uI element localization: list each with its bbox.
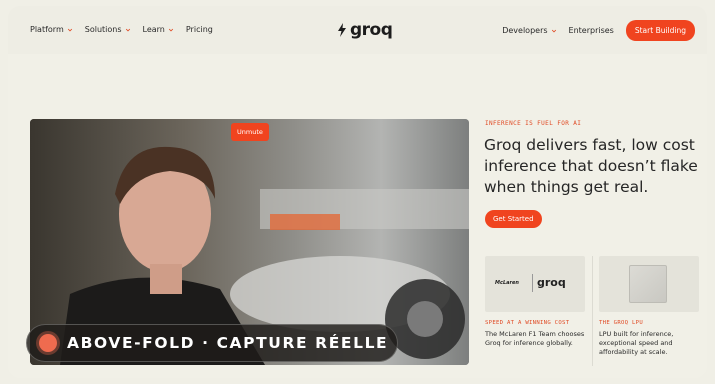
record-dot-icon xyxy=(39,334,57,352)
nav-platform-label: Platform xyxy=(30,25,64,34)
chevron-down-icon xyxy=(168,28,173,31)
nav-pricing[interactable]: Pricing xyxy=(186,25,213,34)
card-divider xyxy=(592,256,593,366)
chevron-down-icon xyxy=(67,28,72,31)
nav-platform[interactable]: Platform xyxy=(30,25,73,34)
card-mclaren-image: McLaren groq xyxy=(485,256,585,312)
card-mclaren-title: SPEED AT A WINNING COST xyxy=(485,320,570,326)
logo-divider xyxy=(532,274,533,292)
hero-eyebrow: INFERENCE IS FUEL FOR AI xyxy=(485,120,582,127)
get-started-button[interactable]: Get Started xyxy=(485,210,542,228)
nav-left: Platform Solutions Learn Pricing xyxy=(30,25,213,34)
nav-right: Developers Enterprises Start Building xyxy=(502,20,695,41)
card-lpu-desc: LPU built for inference, exceptional spe… xyxy=(599,330,674,356)
start-building-button[interactable]: Start Building xyxy=(625,20,695,41)
unmute-button[interactable]: Unmute xyxy=(231,123,269,141)
card-mclaren-desc: The McLaren F1 Team chooses Groq for inf… xyxy=(485,330,585,347)
nav-enterprises-label: Enterprises xyxy=(568,26,614,35)
bolt-icon xyxy=(338,23,346,37)
nav-solutions[interactable]: Solutions xyxy=(85,25,131,34)
nav-solutions-label: Solutions xyxy=(84,25,122,34)
card-lpu-title: THE GROQ LPU xyxy=(599,320,644,326)
lpu-chip-icon xyxy=(629,265,667,303)
card-lpu[interactable]: THE GROQ LPU LPU built for inference, ex… xyxy=(599,256,699,357)
groq-mini-logo: groq xyxy=(537,276,566,289)
nav-developers-label: Developers xyxy=(502,26,548,35)
nav-enterprises[interactable]: Enterprises xyxy=(569,26,614,35)
hero-headline: Groq delivers fast, low cost inference t… xyxy=(484,136,698,196)
nav-developers[interactable]: Developers xyxy=(502,26,556,35)
nav-learn-label: Learn xyxy=(142,25,165,34)
card-lpu-image xyxy=(599,256,699,312)
page-frame: Platform Solutions Learn Pricing groq De… xyxy=(8,6,707,378)
card-mclaren[interactable]: McLaren groq SPEED AT A WINNING COST The… xyxy=(485,256,585,348)
groq-logo[interactable]: groq xyxy=(337,20,393,40)
logo-text: groq xyxy=(350,20,393,40)
caption-text: ABOVE-FOLD · CAPTURE RÉELLE xyxy=(67,334,389,352)
mclaren-logo: McLaren xyxy=(495,280,519,286)
nav-pricing-label: Pricing xyxy=(185,25,213,34)
nav-learn[interactable]: Learn xyxy=(143,25,174,34)
chevron-down-icon xyxy=(551,29,556,32)
capture-caption-badge: ABOVE-FOLD · CAPTURE RÉELLE xyxy=(26,324,398,362)
top-nav: Platform Solutions Learn Pricing groq De… xyxy=(8,6,707,54)
chevron-down-icon xyxy=(125,28,130,31)
